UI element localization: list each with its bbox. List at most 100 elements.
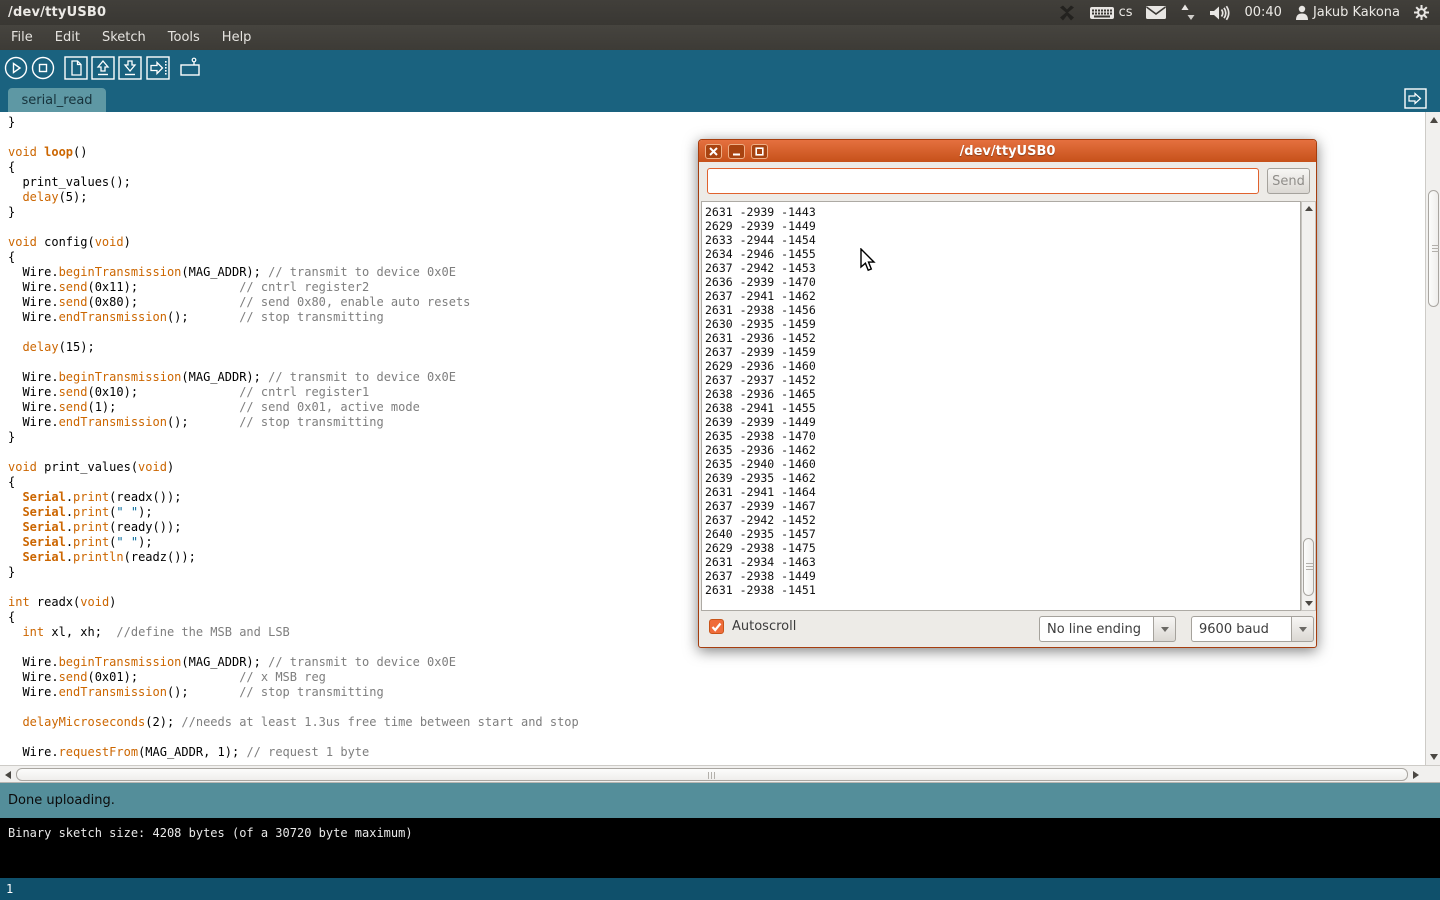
tab-label: serial_read (21, 93, 92, 108)
keyboard-layout-indicator[interactable]: cs (1089, 5, 1133, 21)
editor-vscrollbar[interactable] (1425, 112, 1440, 765)
serial-row: 2637 -2937 -1452 (705, 373, 1300, 387)
volume-icon[interactable] (1209, 5, 1231, 21)
mail-icon[interactable] (1145, 5, 1167, 20)
upload-button[interactable] (146, 56, 170, 80)
user-name: Jakub Kakona (1313, 5, 1400, 20)
serial-row: 2631 -2941 -1464 (705, 485, 1300, 499)
serial-row: 2637 -2939 -1459 (705, 345, 1300, 359)
serial-row: 2640 -2935 -1457 (705, 527, 1300, 541)
serial-row: 2637 -2941 -1462 (705, 289, 1300, 303)
stop-button[interactable] (31, 56, 55, 80)
window-title: /dev/ttyUSB0 (0, 5, 106, 20)
serial-row: 2633 -2944 -1454 (705, 233, 1300, 247)
keyboard-icon (1089, 5, 1115, 21)
serial-row: 2635 -2936 -1462 (705, 443, 1300, 457)
tab-bar: serial_read (0, 85, 1440, 112)
send-button-label: Send (1272, 174, 1305, 189)
serial-vscrollbar[interactable] (1301, 201, 1316, 611)
user-menu[interactable]: Jakub Kakona (1295, 5, 1400, 20)
serial-row: 2636 -2939 -1470 (705, 275, 1300, 289)
menu-help[interactable]: Help (211, 27, 263, 48)
tab-menu-arrow-icon[interactable] (1404, 88, 1427, 109)
menu-edit[interactable]: Edit (44, 27, 91, 48)
toolbar (0, 50, 1440, 85)
open-button[interactable] (91, 56, 115, 80)
scroll-down-arrow[interactable] (1430, 754, 1438, 760)
baud-dropdown-button[interactable] (1291, 616, 1314, 642)
serial-row: 2629 -2936 -1460 (705, 359, 1300, 373)
serial-row: 2635 -2940 -1460 (705, 457, 1300, 471)
save-button[interactable] (118, 56, 142, 80)
autoscroll-label[interactable]: Autoscroll (732, 619, 796, 634)
menu-tools[interactable]: Tools (157, 27, 211, 48)
serial-row: 2629 -2939 -1449 (705, 219, 1300, 233)
network-updown-icon[interactable] (1180, 4, 1196, 21)
verify-button[interactable] (4, 56, 28, 80)
current-line-number: 1 (6, 882, 13, 896)
baud-rate-select[interactable]: 9600 baud (1191, 616, 1291, 642)
serial-row: 2631 -2936 -1452 (705, 331, 1300, 345)
clock-indicator[interactable]: 00:40 (1244, 5, 1281, 20)
serial-row: 2639 -2935 -1462 (705, 471, 1300, 485)
serial-monitor-window: /dev/ttyUSB0 Send 2631 -2939 -14432629 -… (698, 139, 1317, 648)
minimize-icon[interactable] (728, 144, 745, 159)
chevron-down-icon (1161, 627, 1169, 632)
serial-row: 2631 -2938 -1451 (705, 583, 1300, 597)
chevron-down-icon (1299, 627, 1307, 632)
session-gear-icon[interactable] (1413, 4, 1430, 21)
maximize-icon[interactable] (751, 144, 768, 159)
serial-row: 2634 -2946 -1455 (705, 247, 1300, 261)
serial-window-titlebar[interactable]: /dev/ttyUSB0 (699, 140, 1316, 162)
serial-row: 2631 -2938 -1456 (705, 303, 1300, 317)
editor-hscroll-thumb[interactable] (16, 768, 1408, 781)
serial-row: 2637 -2942 -1453 (705, 261, 1300, 275)
scroll-down-arrow[interactable] (1305, 601, 1313, 606)
serial-row: 2639 -2939 -1449 (705, 415, 1300, 429)
new-sketch-button[interactable] (64, 56, 88, 80)
autoscroll-checkbox[interactable] (709, 619, 724, 634)
serial-row: 2637 -2938 -1449 (705, 569, 1300, 583)
serial-row: 2631 -2934 -1463 (705, 555, 1300, 569)
status-bar: Done uploading. (0, 783, 1440, 818)
serial-row: 2631 -2939 -1443 (705, 205, 1300, 219)
close-icon[interactable] (705, 144, 722, 159)
line-number-strip: 1 (0, 878, 1440, 900)
baud-rate-value: 9600 baud (1199, 622, 1269, 637)
serial-output-text: 2631 -2939 -14432629 -2939 -14492633 -29… (702, 202, 1300, 597)
scroll-up-arrow[interactable] (1305, 206, 1313, 211)
send-button[interactable]: Send (1267, 168, 1310, 194)
mouse-cursor (860, 248, 878, 278)
menu-sketch[interactable]: Sketch (91, 27, 157, 48)
editor-vscroll-thumb[interactable] (1428, 190, 1439, 307)
serial-row: 2638 -2936 -1465 (705, 387, 1300, 401)
serial-row: 2638 -2941 -1455 (705, 401, 1300, 415)
scroll-up-arrow[interactable] (1430, 117, 1438, 123)
serial-row: 2630 -2935 -1459 (705, 317, 1300, 331)
build-console: Binary sketch size: 4208 bytes (of a 307… (0, 818, 1440, 878)
serial-row: 2629 -2938 -1475 (705, 541, 1300, 555)
serial-vscroll-thumb[interactable] (1303, 538, 1314, 596)
screen: /dev/ttyUSB0 cs 00:40 Jaku (0, 0, 1440, 900)
menu-file[interactable]: File (0, 27, 44, 48)
scroll-left-arrow[interactable] (5, 771, 11, 779)
line-ending-select[interactable]: No line ending (1039, 616, 1153, 642)
line-ending-value: No line ending (1047, 622, 1141, 637)
editor-hscrollbar[interactable] (0, 765, 1440, 783)
serial-row: 2635 -2938 -1470 (705, 429, 1300, 443)
serial-monitor-button[interactable] (178, 56, 202, 80)
serial-send-input[interactable] (707, 168, 1259, 194)
console-text: Binary sketch size: 4208 bytes (of a 307… (8, 826, 413, 840)
clock-text: 00:40 (1244, 5, 1281, 20)
keyboard-layout-code: cs (1119, 5, 1133, 20)
serial-row: 2637 -2942 -1452 (705, 513, 1300, 527)
line-ending-dropdown-button[interactable] (1153, 616, 1176, 642)
status-message: Done uploading. (8, 793, 115, 808)
system-tray: cs 00:40 Jakub Kakona (1058, 4, 1440, 22)
indicator-applet-icon[interactable] (1058, 4, 1076, 22)
serial-output-area[interactable]: 2631 -2939 -14432629 -2939 -14492633 -29… (701, 201, 1301, 611)
serial-row: 2637 -2939 -1467 (705, 499, 1300, 513)
serial-window-title: /dev/ttyUSB0 (699, 144, 1316, 159)
tab-serial-read[interactable]: serial_read (8, 88, 106, 112)
scroll-right-arrow[interactable] (1413, 771, 1419, 779)
